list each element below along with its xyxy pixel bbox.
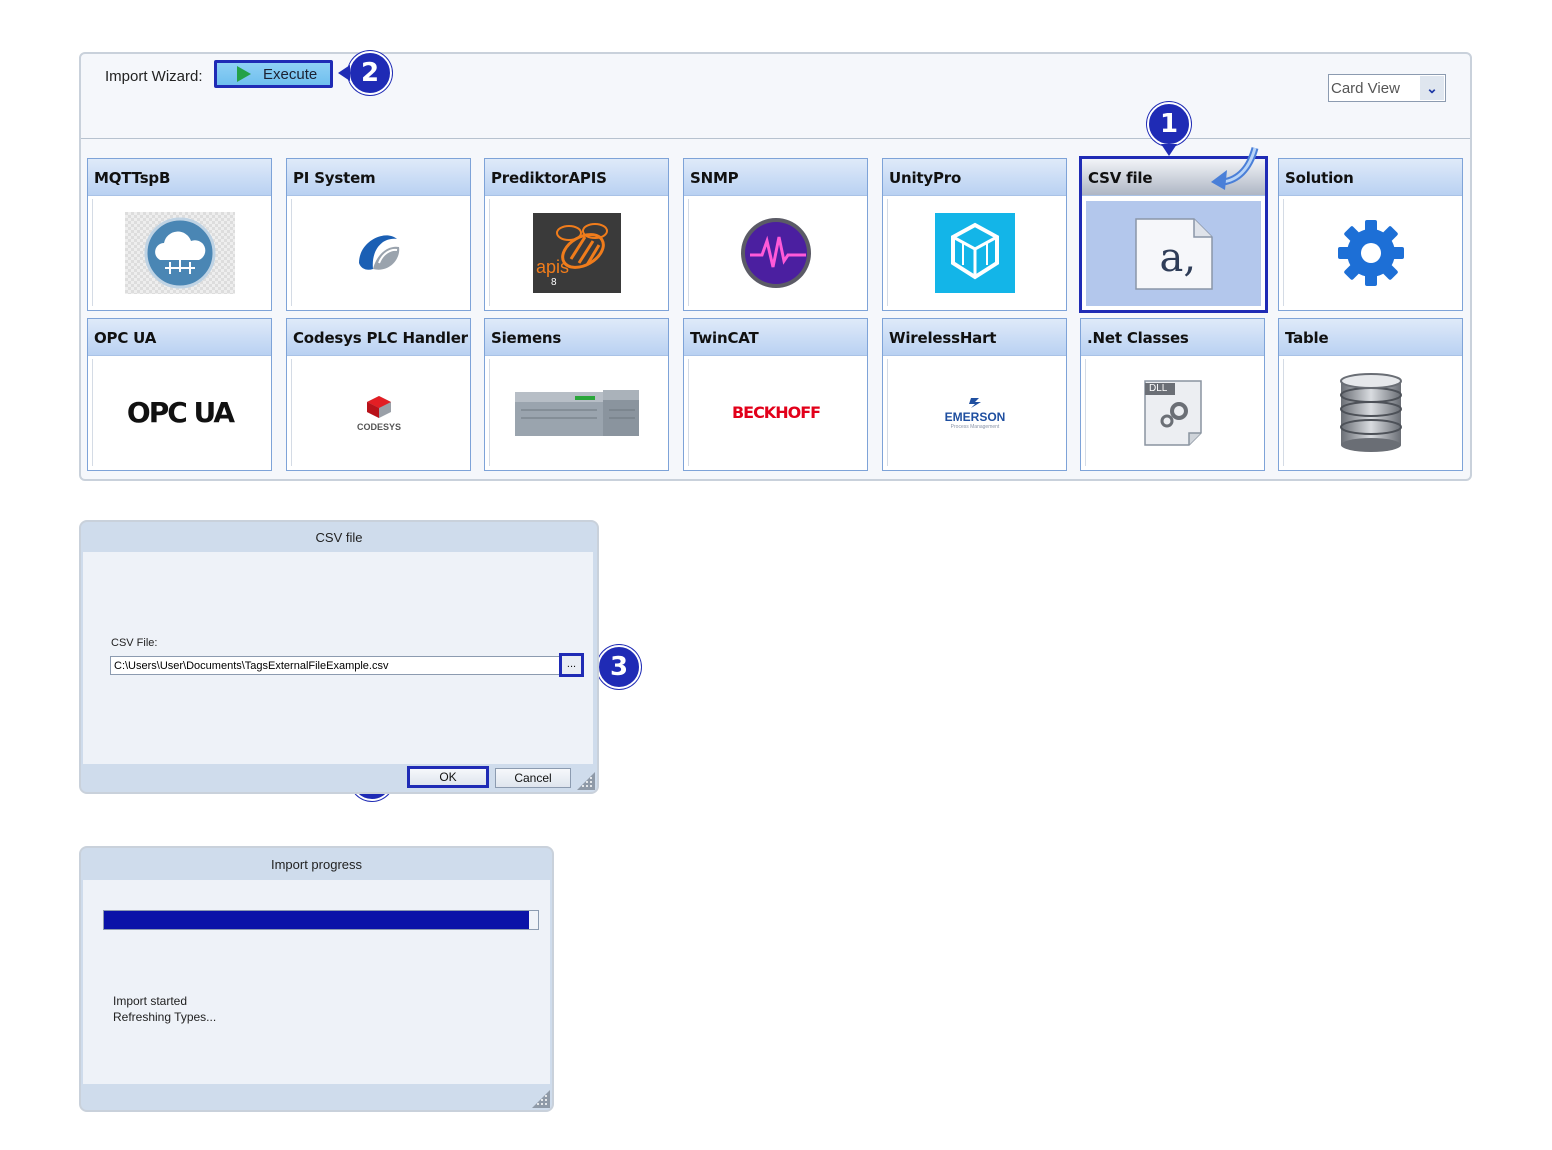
card-title: Siemens: [485, 319, 668, 356]
browse-button[interactable]: ...: [559, 653, 584, 677]
status-line: Refreshing Types...: [113, 1010, 217, 1024]
cancel-button[interactable]: Cancel: [495, 768, 571, 788]
card-title: WirelessHart: [883, 319, 1066, 356]
status-line: Import started: [113, 994, 188, 1008]
card-table[interactable]: Table: [1278, 318, 1463, 471]
database-icon: [1340, 372, 1402, 452]
import-progress-bar: [103, 910, 539, 930]
apis-logo-text: apis: [536, 256, 570, 277]
card-net-classes[interactable]: .Net Classes DLL: [1080, 318, 1265, 471]
execute-button-label: Execute: [263, 65, 318, 83]
card-siemens[interactable]: Siemens: [484, 318, 669, 471]
card-title: Codesys PLC Handler: [287, 319, 470, 356]
step-marker-1: 1: [1147, 102, 1191, 156]
siemens-plc-icon: [515, 389, 639, 436]
codesys-logo-icon: CODESYS: [339, 373, 419, 452]
import-wizard-panel: Import Wizard: Execute Card View ⌄ MQTTs…: [79, 52, 1472, 481]
emerson-logo-icon: EMERSON Process Management: [935, 373, 1015, 452]
progress-fill: [104, 911, 530, 929]
card-title: TwinCAT: [684, 319, 867, 356]
gear-icon: [1338, 219, 1404, 286]
beckhoff-logo-text: BECKHOFF: [731, 403, 821, 422]
card-title: Table: [1279, 319, 1462, 356]
dll-file-icon: DLL: [1143, 379, 1203, 447]
card-title: MQTTspB: [88, 159, 271, 196]
opcua-logo-text: OPC UA: [126, 396, 235, 429]
view-mode-select[interactable]: Card View ⌄: [1328, 74, 1446, 102]
card-unitypro[interactable]: UnityPro: [882, 158, 1067, 311]
step-marker-2: 2: [338, 51, 392, 95]
beckhoff-logo-icon: BECKHOFF: [732, 373, 821, 452]
import-wizard-label: Import Wizard:: [105, 68, 203, 85]
apis-bee-icon: apis 8: [533, 212, 621, 293]
wizard-header: Import Wizard: Execute Card View ⌄: [81, 54, 1470, 139]
opcua-logo-icon: OPC UA: [110, 373, 250, 452]
unitypro-cube-icon: [935, 212, 1015, 293]
csv-file-dialog: CSV file CSV File: ... OK Cancel: [79, 520, 599, 794]
card-solution[interactable]: Solution: [1278, 158, 1463, 311]
play-icon: [237, 66, 251, 82]
card-wirelesshart[interactable]: WirelessHart EMERSON Process Management: [882, 318, 1067, 471]
dll-label: DLL: [1149, 382, 1168, 394]
dialog-content: Import started Refreshing Types...: [83, 880, 550, 1084]
card-pi-system[interactable]: PI System: [286, 158, 471, 311]
step-marker-3: 3: [587, 645, 641, 689]
card-title: .Net Classes: [1081, 319, 1264, 356]
card-title: UnityPro: [883, 159, 1066, 196]
emerson-logo-sub: Process Management: [950, 423, 1000, 430]
card-title: Solution: [1279, 159, 1462, 196]
card-title: PI System: [287, 159, 470, 196]
execute-button[interactable]: Execute: [214, 60, 333, 88]
chevron-down-icon[interactable]: ⌄: [1420, 76, 1444, 100]
dialog-title: CSV file: [315, 530, 363, 545]
card-title: SNMP: [684, 159, 867, 196]
card-snmp[interactable]: SNMP: [683, 158, 868, 311]
codesys-logo-text: CODESYS: [356, 421, 401, 432]
import-progress-dialog: Import progress Import started Refreshin…: [79, 846, 554, 1112]
snmp-pulse-icon: [741, 217, 811, 288]
card-mqttspb[interactable]: MQTTspB: [87, 158, 272, 311]
csv-logo-text: a,: [1159, 234, 1197, 281]
dialog-content: CSV File: ...: [83, 552, 593, 764]
view-mode-value: Card View: [1331, 79, 1400, 97]
ok-button[interactable]: OK: [407, 766, 489, 788]
csv-file-path-input[interactable]: [110, 656, 560, 675]
curved-arrow-icon: [1211, 146, 1259, 190]
mqtt-cloud-icon: [125, 211, 235, 294]
csv-file-label: CSV File:: [111, 637, 158, 649]
csv-file-icon: a,: [1134, 217, 1214, 291]
card-opc-ua[interactable]: OPC UA OPC UA: [87, 318, 272, 471]
resize-grip-icon[interactable]: [577, 772, 595, 790]
resize-grip-icon[interactable]: [532, 1090, 550, 1108]
status-log: Import started Refreshing Types...: [113, 993, 216, 1025]
emerson-logo-text: EMERSON: [944, 409, 1006, 424]
card-prediktorapis[interactable]: PrediktorAPIS apis 8: [484, 158, 669, 311]
apis-logo-sub: 8: [551, 276, 557, 288]
card-title: PrediktorAPIS: [485, 159, 668, 196]
dialog-title: Import progress: [270, 857, 363, 872]
card-twincat[interactable]: TwinCAT BECKHOFF: [683, 318, 868, 471]
card-title: OPC UA: [88, 319, 271, 356]
pi-system-icon: [359, 234, 400, 270]
card-codesys-plc-handler[interactable]: Codesys PLC Handler CODESYS: [286, 318, 471, 471]
